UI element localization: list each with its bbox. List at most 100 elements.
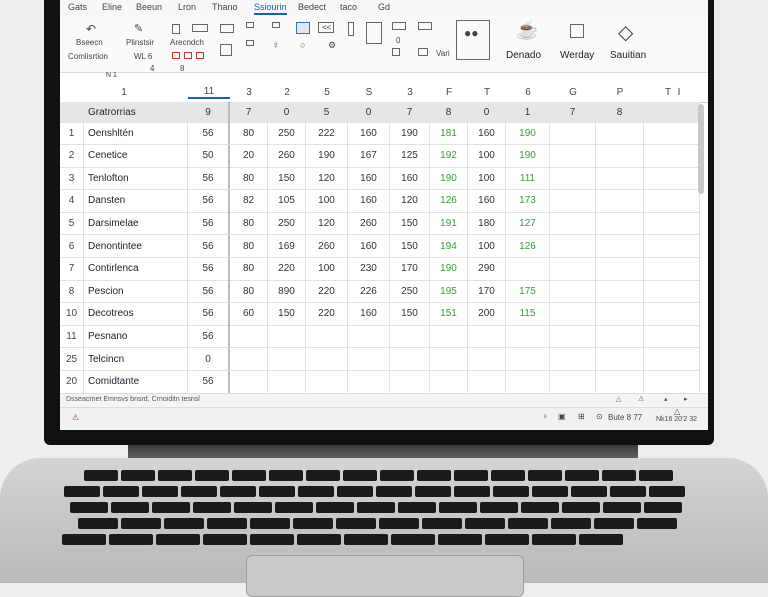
- value-cell[interactable]: 250: [268, 212, 306, 235]
- value-cell[interactable]: [390, 370, 430, 393]
- value-cell[interactable]: 160: [348, 167, 390, 190]
- value-cell[interactable]: 120: [390, 189, 430, 212]
- header-value-cell[interactable]: 7: [550, 102, 596, 122]
- name-cell[interactable]: Contirlenca: [84, 257, 188, 280]
- keyboard-key[interactable]: [480, 502, 518, 513]
- value-cell[interactable]: 170: [390, 257, 430, 280]
- name-cell[interactable]: Oenshltén: [84, 122, 188, 144]
- code-cell[interactable]: 0: [188, 348, 230, 370]
- column-icon[interactable]: [348, 22, 354, 36]
- value-cell[interactable]: [596, 189, 644, 212]
- value-cell[interactable]: [596, 167, 644, 190]
- value-cell[interactable]: [644, 189, 700, 212]
- code-cell[interactable]: 56: [188, 212, 230, 235]
- keyboard-key[interactable]: [493, 486, 529, 497]
- code-cell[interactable]: 50: [188, 144, 230, 167]
- value-cell[interactable]: [468, 348, 506, 370]
- value-cell[interactable]: 220: [268, 257, 306, 280]
- row-number[interactable]: 10: [60, 302, 84, 325]
- value-cell[interactable]: 82: [230, 189, 268, 212]
- keyboard-key[interactable]: [250, 534, 294, 545]
- value-cell[interactable]: [550, 280, 596, 303]
- row-number[interactable]: 8: [60, 280, 84, 303]
- value-cell[interactable]: [550, 302, 596, 325]
- value-cell[interactable]: [230, 348, 268, 370]
- value-cell[interactable]: [644, 257, 700, 280]
- keyboard-key[interactable]: [207, 518, 247, 529]
- tab-gd[interactable]: Gd: [378, 2, 390, 12]
- table-style-icon[interactable]: [246, 40, 254, 46]
- value-cell[interactable]: 173: [506, 189, 550, 212]
- value-cell[interactable]: [644, 212, 700, 235]
- keyboard-key[interactable]: [602, 470, 636, 481]
- keyboard-key[interactable]: [142, 486, 178, 497]
- value-cell[interactable]: [390, 325, 430, 348]
- keyboard-key[interactable]: [579, 534, 623, 545]
- value-cell[interactable]: [596, 212, 644, 235]
- value-cell[interactable]: [596, 348, 644, 370]
- trackpad[interactable]: [246, 555, 524, 597]
- name-cell[interactable]: Darsimelae: [84, 212, 188, 235]
- code-cell[interactable]: 56: [188, 189, 230, 212]
- keyboard-key[interactable]: [232, 470, 266, 481]
- row-number[interactable]: [60, 102, 84, 122]
- value-cell[interactable]: [644, 370, 700, 393]
- mic-icon[interactable]: ♀: [542, 412, 548, 421]
- value-cell[interactable]: 260: [268, 144, 306, 167]
- col-header[interactable]: F: [430, 87, 468, 98]
- fill-color-icon[interactable]: [296, 22, 310, 34]
- value-cell[interactable]: 890: [268, 280, 306, 303]
- keyboard-key[interactable]: [316, 502, 354, 513]
- value-cell[interactable]: 175: [506, 280, 550, 303]
- value-cell[interactable]: 127: [506, 212, 550, 235]
- value-cell[interactable]: 150: [268, 302, 306, 325]
- value-cell[interactable]: [506, 370, 550, 393]
- keyboard-key[interactable]: [508, 518, 548, 529]
- keyboard-key[interactable]: [603, 502, 641, 513]
- border-icon[interactable]: [192, 24, 208, 32]
- value-cell[interactable]: 169: [268, 235, 306, 257]
- keyboard-key[interactable]: [121, 470, 155, 481]
- undo-icon[interactable]: ↶: [86, 22, 96, 36]
- cup-icon[interactable]: ☕: [516, 20, 538, 41]
- header-value-cell[interactable]: 0: [348, 102, 390, 122]
- keyboard-key[interactable]: [391, 534, 435, 545]
- row-number[interactable]: 5: [60, 212, 84, 235]
- keyboard-key[interactable]: [84, 470, 118, 481]
- keyboard-key[interactable]: [357, 502, 395, 513]
- code-cell[interactable]: 56: [188, 167, 230, 190]
- name-cell[interactable]: Denontintee: [84, 235, 188, 257]
- code-cell[interactable]: 56: [188, 370, 230, 393]
- keyboard-key[interactable]: [158, 470, 192, 481]
- keyboard-key[interactable]: [637, 518, 677, 529]
- checked-square-icon[interactable]: [570, 24, 584, 38]
- header-value-cell[interactable]: 8: [596, 102, 644, 122]
- keyboard-key[interactable]: [109, 534, 153, 545]
- col-header[interactable]: 3: [230, 87, 268, 98]
- value-cell[interactable]: 150: [390, 235, 430, 257]
- grid-icon[interactable]: ⊞: [578, 412, 585, 421]
- diamond-icon[interactable]: ◇: [618, 20, 633, 45]
- value-cell[interactable]: [468, 370, 506, 393]
- keyboard-key[interactable]: [64, 486, 100, 497]
- name-cell[interactable]: Comidtante: [84, 370, 188, 393]
- value-cell[interactable]: 160: [348, 235, 390, 257]
- value-cell[interactable]: [268, 325, 306, 348]
- row-number[interactable]: 25: [60, 348, 84, 370]
- col-header[interactable]: 3: [390, 87, 430, 98]
- value-cell[interactable]: 100: [306, 257, 348, 280]
- value-cell[interactable]: 160: [348, 122, 390, 144]
- keyboard-key[interactable]: [181, 486, 217, 497]
- value-cell[interactable]: [550, 167, 596, 190]
- tab-gats[interactable]: Gats: [68, 2, 87, 12]
- keyboard-key[interactable]: [521, 502, 559, 513]
- keyboard-key[interactable]: [415, 486, 451, 497]
- col-header[interactable]: I: [672, 87, 686, 98]
- value-cell[interactable]: [230, 370, 268, 393]
- keyboard-key[interactable]: [306, 470, 340, 481]
- value-cell[interactable]: [230, 325, 268, 348]
- code-cell[interactable]: 56: [188, 325, 230, 348]
- keyboard-key[interactable]: [417, 470, 451, 481]
- value-cell[interactable]: [430, 325, 468, 348]
- keyboard-key[interactable]: [398, 502, 436, 513]
